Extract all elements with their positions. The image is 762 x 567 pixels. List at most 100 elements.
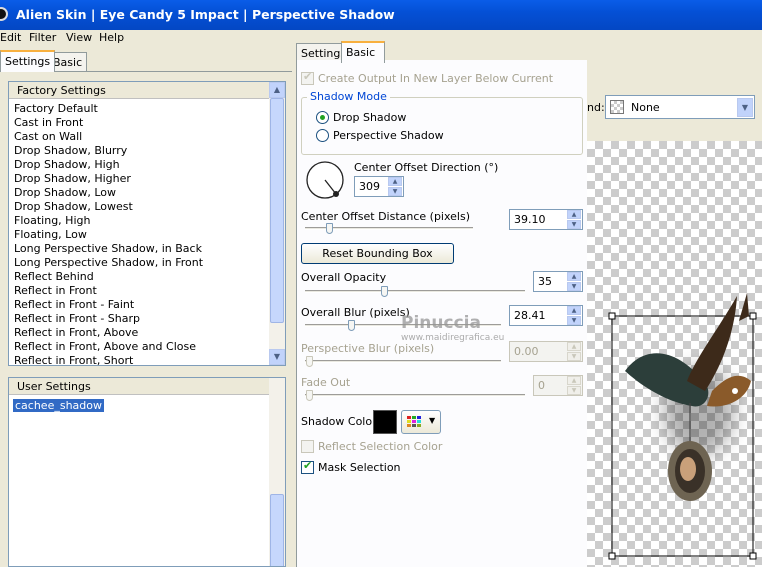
color-palette-icon [407, 416, 421, 427]
color-palette-button[interactable]: ▼ [401, 410, 441, 434]
distance-value: 39.10 [514, 213, 546, 226]
persp-blur-slider-track[interactable] [305, 360, 501, 363]
tab-basic[interactable]: Basic [341, 41, 385, 63]
radio-perspective-shadow-label: Perspective Shadow [333, 129, 444, 142]
blur-value: 28.41 [514, 309, 546, 322]
blur-up-arrow[interactable]: ▲ [567, 306, 581, 315]
user-settings-list[interactable]: User Settings cachee_shadow [8, 377, 286, 567]
shadow-mode-group [301, 97, 583, 155]
user-scroll-thumb[interactable] [270, 494, 284, 566]
persp-blur-label: Perspective Blur (pixels) [301, 342, 435, 355]
distance-spinbox[interactable]: 39.10 ▲ ▼ [509, 209, 583, 230]
factory-item[interactable]: Factory Default [14, 102, 98, 115]
factory-scrollbar[interactable]: ▲ ▼ [269, 82, 285, 365]
background-dropdown[interactable]: None ▼ [605, 95, 755, 119]
fade-out-slider-knob[interactable] [306, 390, 313, 401]
dropdown-arrow-icon[interactable]: ▼ [737, 98, 753, 117]
factory-item[interactable]: Reflect Behind [14, 270, 94, 283]
persp-blur-spinbox[interactable]: 0.00 ▲ ▼ [509, 341, 583, 362]
menu-help[interactable]: Help [99, 31, 124, 44]
factory-item[interactable]: Drop Shadow, Blurry [14, 144, 127, 157]
user-scrollbar[interactable] [269, 378, 285, 566]
fade-out-down-arrow[interactable]: ▼ [567, 386, 581, 395]
title-bar: Alien Skin | Eye Candy 5 Impact | Perspe… [0, 0, 762, 30]
reflect-selection-label: Reflect Selection Color [318, 440, 443, 453]
direction-dial-icon[interactable] [305, 160, 345, 200]
opacity-down-arrow[interactable]: ▼ [567, 282, 581, 291]
preview-image [608, 293, 757, 560]
opacity-slider-track[interactable] [305, 290, 525, 293]
blur-slider-knob[interactable] [348, 320, 355, 331]
shadow-color-swatch[interactable] [373, 410, 397, 434]
fade-out-spinbox[interactable]: 0 ▲ ▼ [533, 375, 583, 396]
direction-up-arrow[interactable]: ▲ [388, 177, 402, 186]
user-setting-item[interactable]: cachee_shadow [13, 399, 104, 412]
tab-settings-left[interactable]: Settings [0, 50, 56, 72]
reset-bounding-box-button[interactable]: Reset Bounding Box [301, 243, 454, 264]
opacity-slider-knob[interactable] [381, 286, 388, 297]
window-title: Alien Skin | Eye Candy 5 Impact | Perspe… [16, 7, 395, 22]
fade-out-label: Fade Out [301, 376, 351, 389]
shadow-mode-title: Shadow Mode [307, 90, 390, 103]
factory-item[interactable]: Reflect in Front - Faint [14, 298, 134, 311]
radio-drop-shadow-label: Drop Shadow [333, 111, 407, 124]
create-output-label: Create Output In New Layer Below Current [318, 72, 554, 85]
persp-blur-slider-knob[interactable] [306, 356, 313, 367]
factory-item[interactable]: Drop Shadow, Lowest [14, 200, 133, 213]
factory-item[interactable]: Reflect in Front, Short [14, 354, 133, 365]
factory-item[interactable]: Drop Shadow, Low [14, 186, 116, 199]
factory-item[interactable]: Reflect in Front, Above and Close [14, 340, 196, 353]
checker-swatch-icon [610, 100, 624, 114]
app-icon [0, 7, 8, 21]
reflect-selection-checkbox[interactable] [301, 440, 314, 453]
shadow-color-label: Shadow Color [301, 415, 377, 428]
scroll-up-arrow[interactable]: ▲ [269, 82, 285, 98]
factory-item[interactable]: Reflect in Front - Sharp [14, 312, 140, 325]
background-toolbar: nd: None ▼ [587, 92, 762, 124]
factory-item[interactable]: Drop Shadow, High [14, 158, 120, 171]
scroll-down-arrow[interactable]: ▼ [269, 349, 285, 365]
palette-dropdown-arrow: ▼ [429, 416, 436, 425]
fade-out-up-arrow[interactable]: ▲ [567, 376, 581, 385]
direction-label: Center Offset Direction (°) [354, 161, 499, 174]
factory-settings-header: Factory Settings [9, 82, 269, 99]
radio-perspective-shadow[interactable] [316, 129, 329, 142]
opacity-up-arrow[interactable]: ▲ [567, 272, 581, 281]
menu-view[interactable]: View [66, 31, 92, 44]
factory-item[interactable]: Drop Shadow, Higher [14, 172, 131, 185]
distance-slider-knob[interactable] [326, 223, 333, 234]
factory-item[interactable]: Long Perspective Shadow, in Back [14, 242, 202, 255]
blur-spinbox[interactable]: 28.41 ▲ ▼ [509, 305, 583, 326]
mask-selection-checkbox[interactable]: ✔ [301, 459, 314, 474]
direction-down-arrow[interactable]: ▼ [388, 187, 402, 196]
menu-filter[interactable]: Filter [29, 31, 56, 44]
menu-edit[interactable]: Edit [0, 31, 21, 44]
background-label: nd: [587, 101, 605, 114]
scroll-thumb[interactable] [270, 98, 284, 323]
factory-item[interactable]: Long Perspective Shadow, in Front [14, 256, 203, 269]
basic-panel: ✔ Create Output In New Layer Below Curre… [296, 60, 587, 567]
fade-out-value: 0 [538, 379, 545, 392]
opacity-value: 35 [538, 275, 552, 288]
factory-item[interactable]: Reflect in Front, Above [14, 326, 138, 339]
factory-item[interactable]: Cast in Front [14, 116, 83, 129]
factory-item[interactable]: Floating, High [14, 214, 90, 227]
distance-down-arrow[interactable]: ▼ [567, 220, 581, 229]
factory-item[interactable]: Reflect in Front [14, 284, 97, 297]
factory-settings-list[interactable]: Factory Settings Factory Default Cast in … [8, 81, 286, 366]
direction-spinbox[interactable]: 309 ▲ ▼ [354, 176, 404, 197]
fade-out-slider-track[interactable] [305, 394, 525, 397]
factory-item[interactable]: Floating, Low [14, 228, 87, 241]
persp-blur-down-arrow[interactable]: ▼ [567, 352, 581, 361]
blur-down-arrow[interactable]: ▼ [567, 316, 581, 325]
distance-up-arrow[interactable]: ▲ [567, 210, 581, 219]
distance-label: Center Offset Distance (pixels) [301, 210, 471, 223]
opacity-spinbox[interactable]: 35 ▲ ▼ [533, 271, 583, 292]
factory-item[interactable]: Cast on Wall [14, 130, 82, 143]
radio-drop-shadow[interactable] [316, 111, 329, 124]
create-output-checkbox[interactable]: ✔ [301, 70, 314, 85]
background-value: None [631, 101, 660, 114]
user-settings-header: User Settings [9, 378, 269, 395]
persp-blur-up-arrow[interactable]: ▲ [567, 342, 581, 351]
preview-canvas[interactable] [587, 141, 762, 567]
